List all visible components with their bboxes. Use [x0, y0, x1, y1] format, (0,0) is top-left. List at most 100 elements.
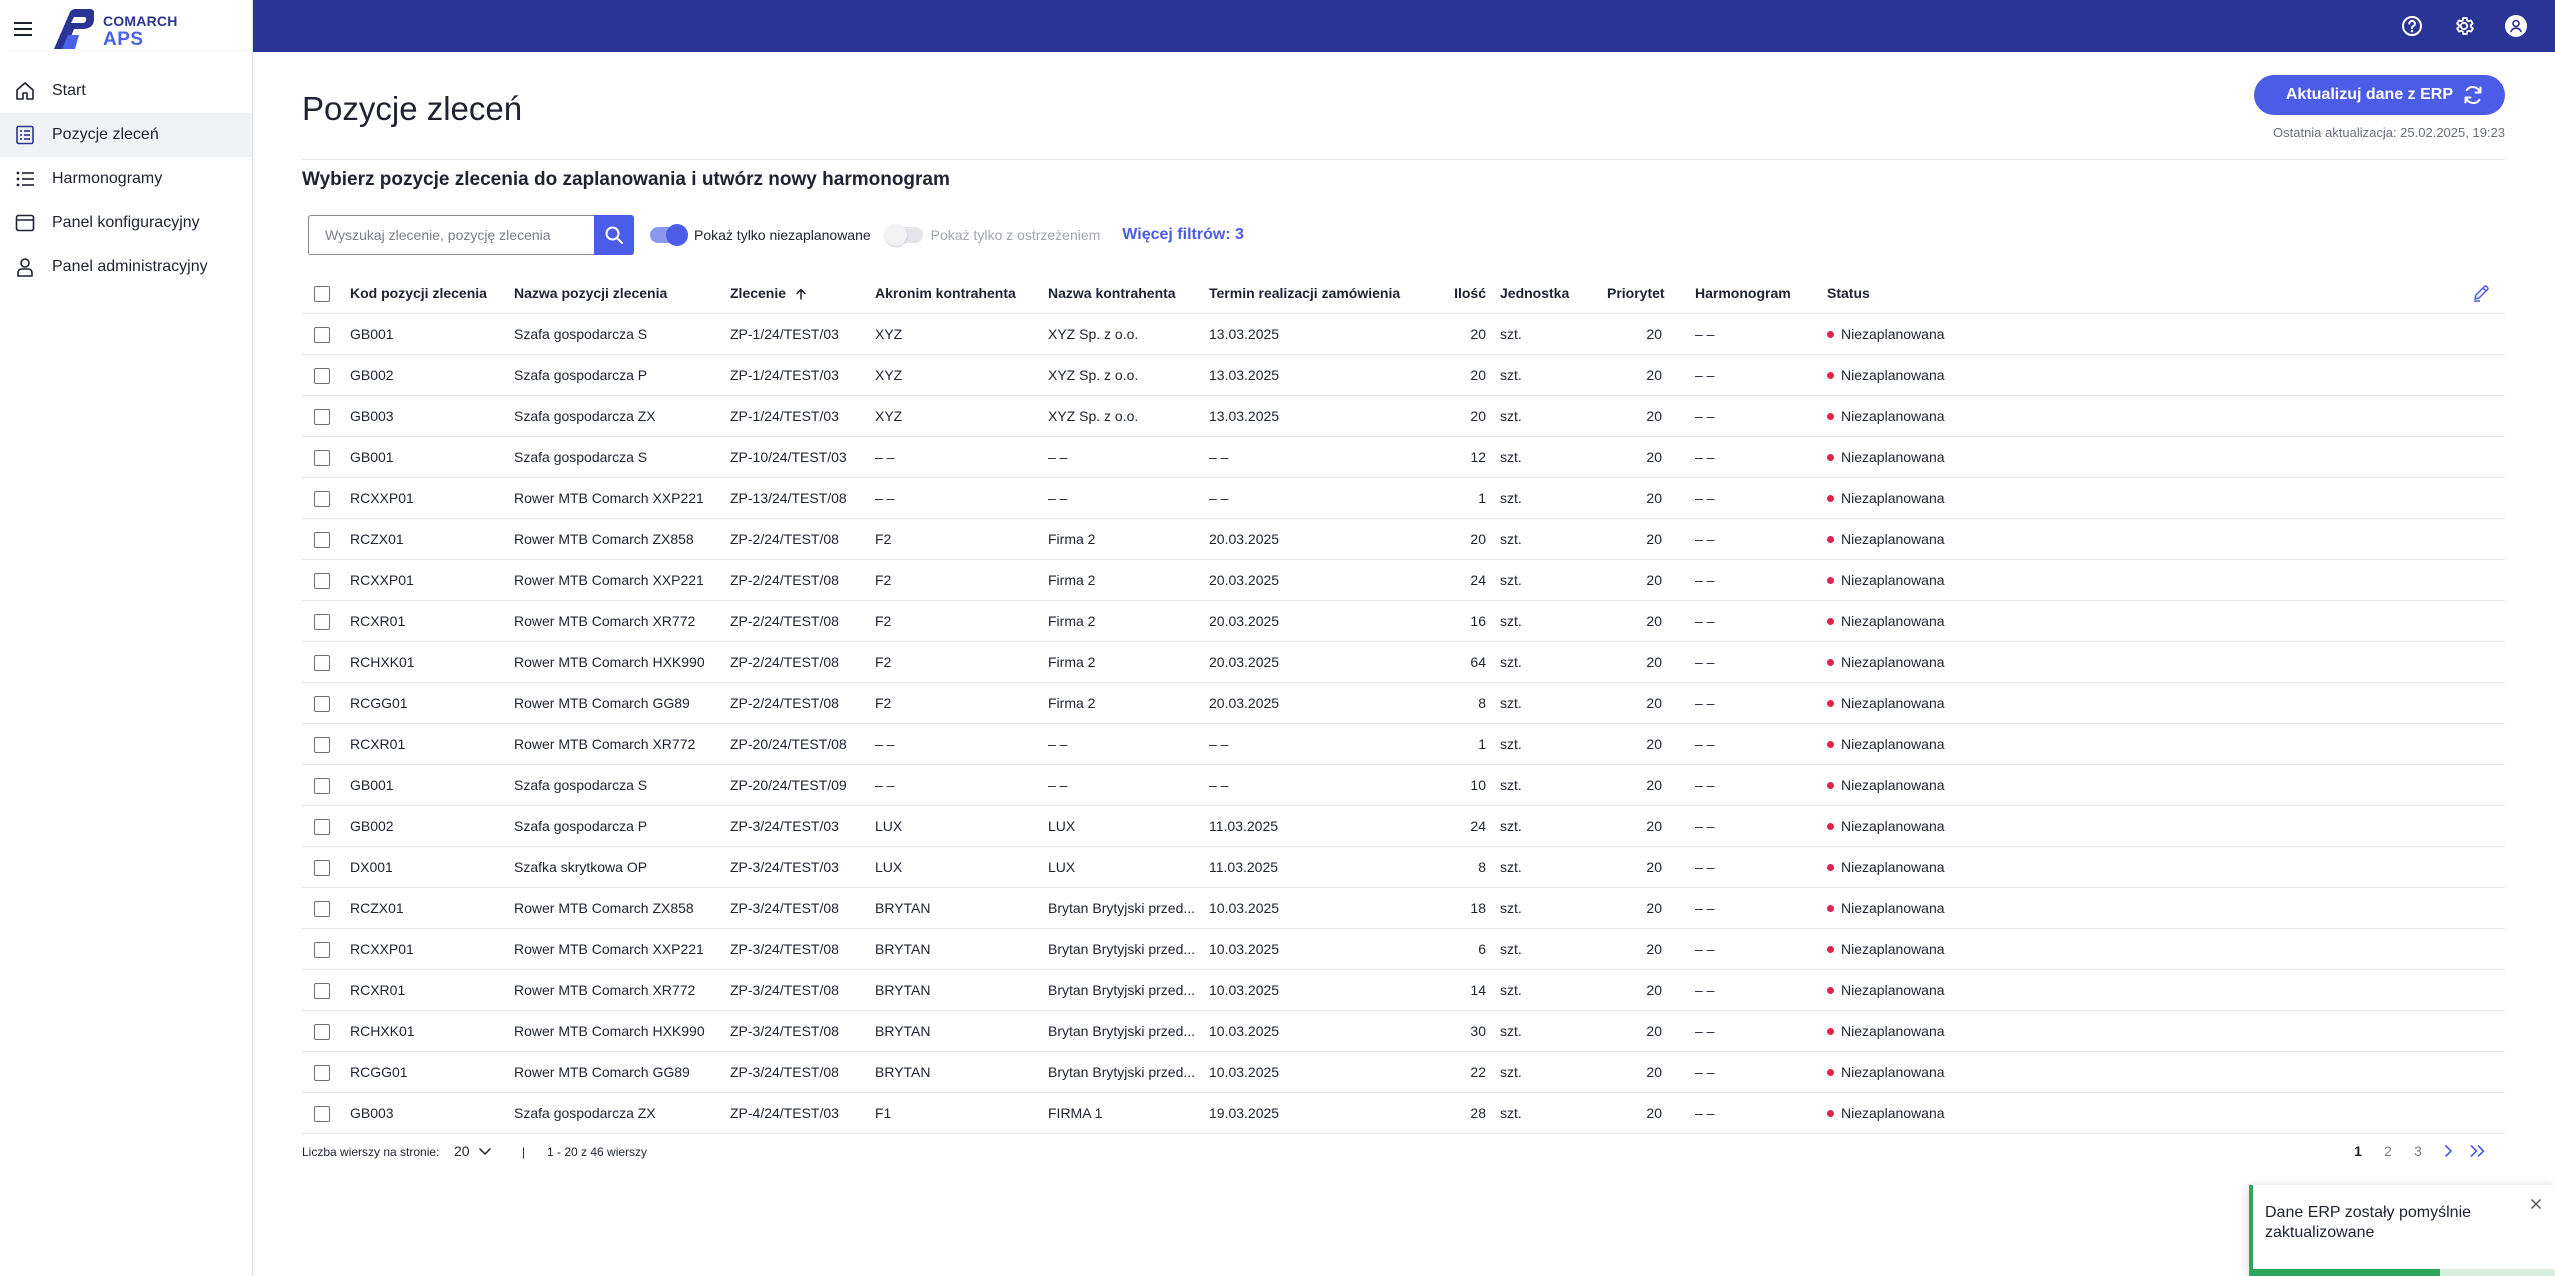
table-row[interactable]: RCZX01 Rower MTB Comarch ZX858 ZP-2/24/TES… [302, 519, 2505, 560]
edit-columns-pencil-icon[interactable] [2471, 283, 2491, 306]
row-checkbox[interactable] [314, 491, 330, 507]
row-checkbox[interactable] [314, 860, 330, 876]
table-row[interactable]: RCXXP01 Rower MTB Comarch XXP221 ZP-2/24/T… [302, 560, 2505, 601]
column-header-kod[interactable]: Kod pozycji zlecenia [350, 273, 510, 314]
sidebar-item-label: Start [52, 82, 86, 99]
column-header-akronim[interactable]: Akronim kontrahenta [875, 273, 1043, 314]
row-checkbox[interactable] [314, 450, 330, 466]
search-button[interactable] [594, 215, 634, 255]
row-checkbox[interactable] [314, 573, 330, 589]
cell-harmonogram: – – [1695, 1105, 1715, 1121]
person-icon [17, 258, 33, 277]
row-checkbox[interactable] [314, 614, 330, 630]
next-page-chevron-icon[interactable] [2433, 1139, 2463, 1163]
row-checkbox[interactable] [314, 983, 330, 999]
column-header-status[interactable]: Status [1827, 273, 2027, 314]
page-3-button[interactable]: 3 [2403, 1139, 2433, 1163]
row-checkbox[interactable] [314, 655, 330, 671]
table-row[interactable]: RCXXP01 Rower MTB Comarch XXP221 ZP-3/24/T… [302, 929, 2505, 970]
toggle-unplanned-only[interactable]: Pokaż tylko niezaplanowane [650, 224, 871, 246]
table-row[interactable]: GB001 Szafa gospodarcza S ZP-1/24/TEST/03 X… [302, 314, 2505, 355]
more-filters-link[interactable]: Więcej filtrów: 3 [1122, 226, 1244, 244]
table-row[interactable]: RCGG01 Rower MTB Comarch GG89 ZP-3/24/TEST… [302, 1052, 2505, 1093]
table-row[interactable]: RCGG01 Rower MTB Comarch GG89 ZP-2/24/TEST… [302, 683, 2505, 724]
cell-kod: RCXR01 [350, 613, 406, 629]
column-header-nazwa[interactable]: Nazwa pozycji zlecenia [514, 273, 724, 314]
row-checkbox[interactable] [314, 901, 330, 917]
column-header-termin[interactable]: Termin realizacji zamówienia [1209, 273, 1429, 314]
row-checkbox[interactable] [314, 819, 330, 835]
cell-akronim: XYZ [875, 367, 903, 383]
toggle-warning-only[interactable]: Pokaż tylko z ostrzeżeniem [884, 224, 1100, 246]
sidebar-item-harmonogramy[interactable]: Harmonogramy [0, 157, 252, 201]
column-header-zlecenie[interactable]: Zlecenie [730, 273, 872, 314]
column-header-priorytet[interactable]: Priorytet [1607, 273, 1667, 314]
last-page-double-chevron-icon[interactable] [2463, 1139, 2493, 1163]
sidebar-item-pozycje-zlecen[interactable]: Pozycje zleceń [0, 113, 252, 157]
column-header-jednostka[interactable]: Jednostka [1500, 273, 1600, 314]
row-checkbox[interactable] [314, 1106, 330, 1122]
table-row[interactable]: GB001 Szafa gospodarcza S ZP-10/24/TEST/03… [302, 437, 2505, 478]
cell-ilosc: 18 [1470, 900, 1486, 916]
cell-nazwa-kontrahenta: Firma 2 [1048, 572, 1096, 588]
search-input[interactable] [308, 215, 594, 255]
table-row[interactable]: RCXR01 Rower MTB Comarch XR772 ZP-2/24/TES… [302, 601, 2505, 642]
table-row[interactable]: GB001 Szafa gospodarcza S ZP-20/24/TEST/09… [302, 765, 2505, 806]
cell-nazwa-kontrahenta: FIRMA 1 [1048, 1105, 1103, 1121]
table-row[interactable]: GB003 Szafa gospodarcza ZX ZP-4/24/TEST/03… [302, 1093, 2505, 1134]
cell-zlecenie: ZP-3/24/TEST/03 [730, 818, 839, 834]
cell-status: Niezaplanowana [1827, 970, 2027, 1011]
window-icon [15, 214, 35, 232]
divider [302, 159, 2505, 160]
sidebar-item-panel-administracyjny[interactable]: Panel administracyjny [0, 245, 252, 289]
table-row[interactable]: RCXR01 Rower MTB Comarch XR772 ZP-20/24/TE… [302, 724, 2505, 765]
column-header-harmonogram[interactable]: Harmonogram [1695, 273, 1815, 314]
cell-nazwa: Szafa gospodarcza S [514, 326, 648, 342]
row-checkbox[interactable] [314, 532, 330, 548]
table-row[interactable]: GB003 Szafa gospodarcza ZX ZP-1/24/TEST/03… [302, 396, 2505, 437]
row-checkbox[interactable] [314, 368, 330, 384]
rows-per-page-select[interactable]: 20 [454, 1139, 506, 1163]
table-row[interactable]: RCXR01 Rower MTB Comarch XR772 ZP-3/24/TES… [302, 970, 2505, 1011]
settings-gear-icon[interactable] [2451, 13, 2477, 39]
update-erp-button[interactable]: Aktualizuj dane z ERP [2253, 75, 2505, 115]
row-checkbox[interactable] [314, 942, 330, 958]
user-avatar-icon[interactable] [2503, 13, 2529, 39]
cell-ilosc: 30 [1470, 1023, 1486, 1039]
table-row[interactable]: RCZX01 Rower MTB Comarch ZX858 ZP-3/24/TES… [302, 888, 2505, 929]
hamburger-menu-icon[interactable] [14, 22, 32, 36]
cell-akronim: F2 [875, 531, 892, 547]
help-icon[interactable] [2399, 13, 2425, 39]
cell-priorytet: 20 [1646, 982, 1662, 998]
table-row[interactable]: RCXXP01 Rower MTB Comarch XXP221 ZP-13/24/… [302, 478, 2505, 519]
table-row[interactable]: GB002 Szafa gospodarcza P ZP-3/24/TEST/03 L… [302, 806, 2505, 847]
close-icon[interactable] [2529, 1197, 2543, 1211]
table-row[interactable]: RCHXK01 Rower MTB Comarch HXK990 ZP-3/24/T… [302, 1011, 2505, 1052]
page-1-button[interactable]: 1 [2343, 1139, 2373, 1163]
row-checkbox[interactable] [314, 409, 330, 425]
cell-status: Niezaplanowana [1827, 683, 2027, 724]
select-all-checkbox[interactable] [314, 286, 330, 302]
row-checkbox[interactable] [314, 778, 330, 794]
cell-priorytet: 20 [1646, 613, 1662, 629]
cell-akronim: F2 [875, 572, 892, 588]
toggle-switch[interactable] [650, 224, 688, 246]
column-header-nazwa-kontrahenta[interactable]: Nazwa kontrahenta [1048, 273, 1198, 314]
status-text: Niezaplanowana [1841, 941, 1945, 957]
row-checkbox[interactable] [314, 327, 330, 343]
cell-termin: 11.03.2025 [1209, 818, 1279, 834]
table-row[interactable]: DX001 Szafka skrytkowa OP ZP-3/24/TEST/03 L… [302, 847, 2505, 888]
column-header-ilosc[interactable]: Ilość [1420, 273, 1486, 314]
sidebar-item-start[interactable]: Start [0, 69, 252, 113]
table-row[interactable]: GB002 Szafa gospodarcza P ZP-1/24/TEST/03 X… [302, 355, 2505, 396]
cell-zlecenie: ZP-10/24/TEST/03 [730, 449, 847, 465]
row-checkbox[interactable] [314, 1065, 330, 1081]
cell-zlecenie: ZP-3/24/TEST/08 [730, 900, 839, 916]
table-row[interactable]: RCHXK01 Rower MTB Comarch HXK990 ZP-2/24/T… [302, 642, 2505, 683]
page-2-button[interactable]: 2 [2373, 1139, 2403, 1163]
toggle-switch[interactable] [884, 224, 923, 246]
row-checkbox[interactable] [314, 1024, 330, 1040]
row-checkbox[interactable] [314, 737, 330, 753]
sidebar-item-panel-konfiguracyjny[interactable]: Panel konfiguracyjny [0, 201, 252, 245]
row-checkbox[interactable] [314, 696, 330, 712]
